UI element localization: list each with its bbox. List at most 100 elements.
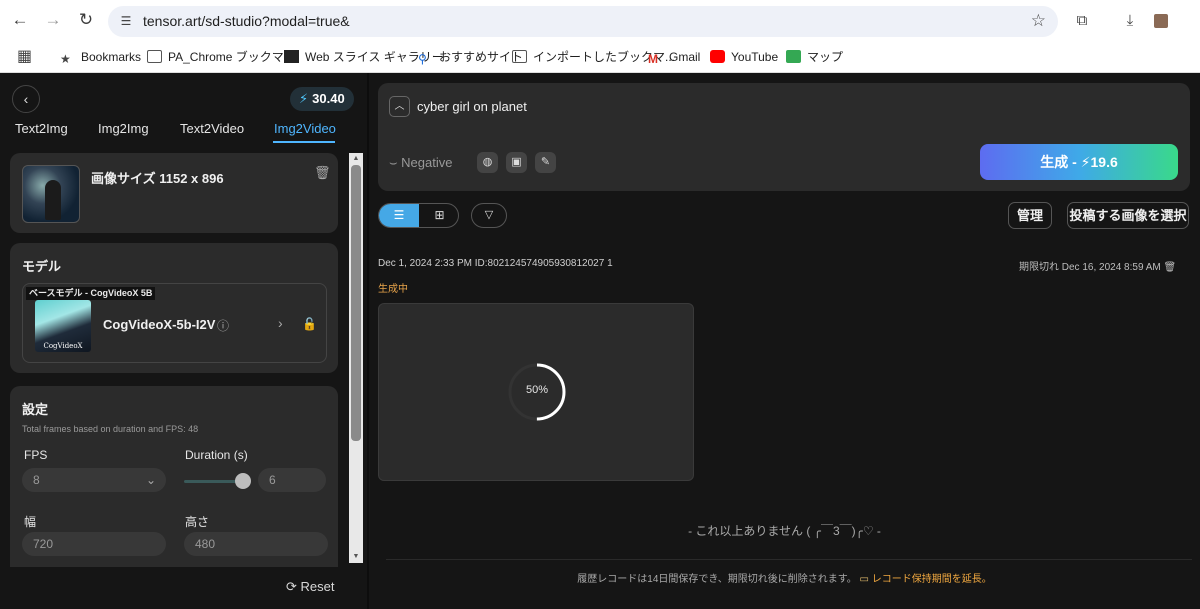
fps-label: FPS [24, 448, 48, 462]
reset-button[interactable]: ⟳ Reset [286, 579, 334, 595]
bookmark-label: Gmail [669, 50, 701, 64]
width-input[interactable]: 720 [22, 532, 166, 556]
download-icon[interactable]: ⤓ [1120, 11, 1140, 31]
back-chevron-icon[interactable]: ‹ [12, 85, 40, 113]
reset-label: Reset [300, 579, 335, 594]
globe-icon[interactable]: ◍ [477, 152, 498, 173]
base-model-tag: ベースモデル - CogVideoX 5B [26, 287, 156, 300]
tab-img2video[interactable]: Img2Video [274, 121, 336, 136]
duration-label: Duration (s) [185, 448, 248, 462]
footer-divider [386, 559, 1192, 560]
credits-badge: ⚡ 30.40 [290, 87, 354, 111]
grid-view-icon[interactable]: ⊞ [420, 204, 458, 227]
generate-cost: 19.6 [1090, 154, 1118, 170]
fps-select[interactable]: 8 ⌄ [22, 468, 166, 492]
chevron-right-icon[interactable]: › [278, 315, 283, 331]
end-of-list-text: - これ以上ありません ( ╭︎￣3￣)╭︎♡ - [688, 524, 881, 538]
settings-panel: 画像サイズ 1152 x 896 🗑 モデル ベースモデル - CogVideo… [10, 153, 340, 567]
magic-wand-icon[interactable]: ✎ [535, 152, 556, 173]
browser-toolbar: ← → ↻ ☰ tensor.art/sd-studio?modal=true&… [0, 0, 1200, 42]
scrollbar-thumb[interactable] [351, 165, 361, 441]
address-bar[interactable]: ☰ tensor.art/sd-studio?modal=true& ☆ [108, 6, 1058, 37]
model-name: CogVideoX-5b-I2V [103, 317, 216, 332]
fps-value: 8 [33, 473, 40, 487]
bolt-icon: ⚡ [299, 91, 309, 106]
profile-avatar[interactable] [1154, 14, 1168, 28]
prompt-card: ︿ cyber girl on planet ⌣ Negative ◍ ▣ ✎ … [378, 83, 1190, 191]
reload-icon[interactable]: ↻ [75, 9, 97, 31]
model-thumb-text: CogVideoX [43, 342, 83, 350]
list-view-icon[interactable]: ☰ [379, 204, 419, 227]
view-toggle: ☰ ⊞ [378, 203, 459, 228]
bookmark-item[interactable]: ★ Bookmarks [60, 48, 141, 66]
prompt-input[interactable]: cyber girl on planet [417, 99, 527, 114]
bolt-icon: ⚡ [1080, 154, 1091, 170]
bookmark-item[interactable]: マップ [786, 48, 843, 66]
scroll-up-icon[interactable]: ▲ [351, 154, 361, 164]
input-image-card: 画像サイズ 1152 x 896 🗑 [10, 153, 338, 233]
extend-retention-link[interactable]: レコード保持期間を延長。 [872, 574, 992, 585]
credits-value: 30.40 [312, 91, 345, 106]
input-image-thumbnail[interactable] [22, 165, 80, 223]
tab-text2video[interactable]: Text2Video [180, 121, 244, 136]
ticket-icon: ▭ [859, 574, 869, 585]
model-thumbnail: CogVideoX [35, 300, 91, 352]
search-icon: ⚲ [418, 52, 427, 66]
settings-section-title: 設定 [22, 402, 49, 417]
bookmark-label: Bookmarks [81, 50, 142, 64]
chevron-up-icon[interactable]: ︿ [389, 96, 410, 117]
folder-icon [147, 50, 162, 63]
tab-text2img[interactable]: Text2Img [15, 121, 68, 136]
scroll-down-icon[interactable]: ▼ [351, 552, 361, 562]
gmail-icon: M [648, 52, 658, 66]
site-settings-icon[interactable]: ☰ [118, 13, 134, 29]
extensions-icon[interactable]: ⧉ [1072, 11, 1092, 31]
manage-button[interactable]: 管理 [1008, 202, 1052, 229]
model-section-title: モデル [22, 259, 62, 274]
apps-grid-icon[interactable]: ▦ [17, 46, 32, 66]
lock-icon[interactable]: 🔓 [302, 317, 317, 331]
generation-preview: 50% [378, 303, 694, 481]
duration-slider-handle[interactable] [235, 473, 252, 489]
chevron-down-icon: ⌄ [145, 473, 156, 487]
sidebar-scrollbar[interactable]: ▲ ▼ [349, 153, 363, 563]
progress-text: 50% [525, 384, 549, 396]
settings-card: 設定 Total frames based on duration and FP… [10, 386, 338, 567]
model-selector[interactable]: ベースモデル - CogVideoX 5B CogVideoX CogVideo… [22, 283, 327, 363]
width-label: 幅 [24, 515, 37, 529]
bookmark-label: PA_Chrome ブックマ... [168, 50, 294, 64]
task-meta: Dec 1, 2024 2:33 PM ID:80212457490593081… [378, 258, 613, 269]
info-icon[interactable]: ⓘ [217, 317, 229, 334]
frames-description: Total frames based on duration and FPS: … [22, 424, 199, 434]
image-prompt-icon[interactable]: ▣ [506, 152, 527, 173]
app: ‹ ⚡ 30.40 Text2Img Img2Img Text2Video Img… [0, 73, 1200, 609]
height-input[interactable]: 480 [184, 532, 328, 556]
bookmark-label: マップ [807, 50, 844, 64]
tab-img2img[interactable]: Img2Img [98, 121, 149, 136]
expiry-text: 期限切れ Dec 16, 2024 8:59 AM [1019, 262, 1161, 273]
main-panel: ︿ cyber girl on planet ⌣ Negative ◍ ▣ ✎ … [369, 73, 1200, 609]
bookmark-item[interactable]: M Gmail [648, 48, 700, 66]
trash-icon[interactable]: 🗑 [314, 165, 331, 181]
select-images-button[interactable]: 投稿する画像を選択 [1067, 202, 1189, 229]
negative-label: Negative [401, 155, 453, 170]
footer-text: 履歴レコードは14日間保存でき、期限切れ後に削除されます。 [577, 574, 857, 585]
back-arrow-icon[interactable]: ← [9, 9, 31, 31]
filter-icon[interactable]: ▽ [471, 203, 507, 228]
generate-label: 生成 - [1040, 154, 1077, 170]
negative-toggle[interactable]: ⌣ Negative [389, 155, 452, 171]
bookmark-item[interactable]: PA_Chrome ブックマ... [147, 48, 294, 66]
bookmark-item[interactable]: YouTube [710, 48, 778, 66]
url-text[interactable]: tensor.art/sd-studio?modal=true& [143, 13, 350, 29]
height-label: 高さ [185, 515, 210, 529]
bookmark-item[interactable]: ⚲ おすすめサイト [418, 48, 523, 66]
bookmark-star-icon[interactable]: ☆ [1031, 11, 1046, 31]
trash-icon[interactable]: 🗑 [1164, 262, 1177, 273]
forward-arrow-icon[interactable]: → [42, 9, 64, 31]
web-slice-icon [284, 50, 299, 63]
bookmark-label: YouTube [731, 50, 779, 64]
image-size-label: 画像サイズ 1152 x 896 [91, 171, 224, 186]
generate-button[interactable]: 生成 - ⚡19.6 [980, 144, 1178, 180]
maps-icon [786, 50, 801, 63]
duration-input[interactable]: 6 [258, 468, 326, 492]
